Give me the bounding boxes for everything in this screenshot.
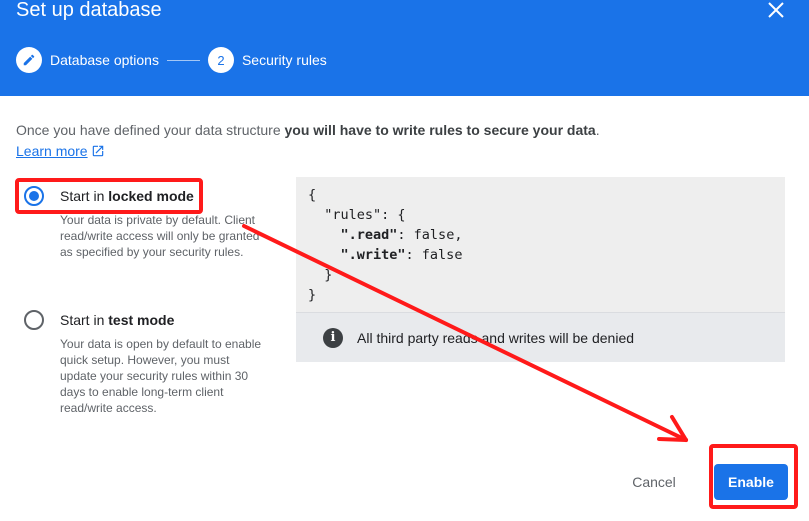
rules-code-block: { "rules": { ".read": false, ".write": f… [296, 177, 785, 312]
locked-mode-label-bold: locked mode [108, 188, 194, 204]
stepper: Database options 2 Security rules [16, 47, 327, 73]
locked-mode-label-prefix: Start in [60, 188, 109, 204]
test-mode-description: Your data is open by default to enable q… [60, 337, 262, 415]
code-line-2: "rules": { [308, 207, 406, 223]
locked-mode-radio[interactable] [24, 186, 44, 206]
learn-more-link[interactable]: Learn more [16, 143, 105, 159]
info-text: All third party reads and writes will be… [357, 329, 635, 346]
code-read-key: ".read" [340, 227, 398, 243]
step-1-complete [16, 47, 42, 73]
enable-button[interactable]: Enable [714, 464, 788, 500]
info-banner: i All third party reads and writes will … [296, 312, 785, 362]
dialog-header: Set up database Database options 2 Secur… [0, 0, 809, 96]
arrow-head-right [670, 415, 688, 442]
test-mode-radio[interactable] [24, 310, 44, 330]
step-1-label: Database options [50, 52, 159, 68]
info-icon: i [323, 327, 343, 348]
external-link-icon [92, 145, 103, 157]
code-write-key: ".write" [340, 247, 406, 263]
radio-dot [29, 191, 39, 201]
step-2-label: Security rules [241, 52, 327, 68]
test-mode-label-prefix: Start in [60, 312, 109, 328]
step-2-number: 2 [207, 47, 234, 73]
option-locked-mode: Start in locked mode Your data is privat… [24, 186, 264, 260]
locked-mode-description: Your data is private by default. Client … [60, 213, 260, 259]
code-write-value: : false [405, 247, 463, 263]
test-mode-label-bold: test mode [108, 312, 175, 328]
dialog-title: Set up database [16, 0, 162, 21]
test-mode-label: Start in test mode [60, 312, 174, 328]
pencil-icon [23, 54, 35, 66]
code-line-1: { [308, 187, 317, 203]
close-icon[interactable] [764, 0, 788, 22]
intro-text: Once you have defined your data structur… [16, 122, 600, 139]
intro-bold: you will have to write rules to secure y… [284, 122, 596, 138]
intro-plain: Once you have defined your data structur… [16, 122, 285, 138]
option-test-mode: Start in test mode Your data is open by … [24, 310, 264, 416]
intro-end: . [595, 122, 600, 138]
locked-mode-radio-row[interactable]: Start in locked mode [24, 186, 264, 206]
code-line-6: } [308, 287, 317, 303]
locked-mode-label: Start in locked mode [60, 188, 194, 204]
cancel-button[interactable]: Cancel [617, 467, 691, 497]
learn-more-label: Learn more [16, 143, 88, 159]
arrow-head-left [657, 437, 688, 442]
code-line-5: } [308, 267, 333, 283]
test-mode-radio-row[interactable]: Start in test mode [24, 310, 264, 330]
code-read-value: : false, [397, 227, 463, 243]
step-connector [166, 59, 200, 61]
